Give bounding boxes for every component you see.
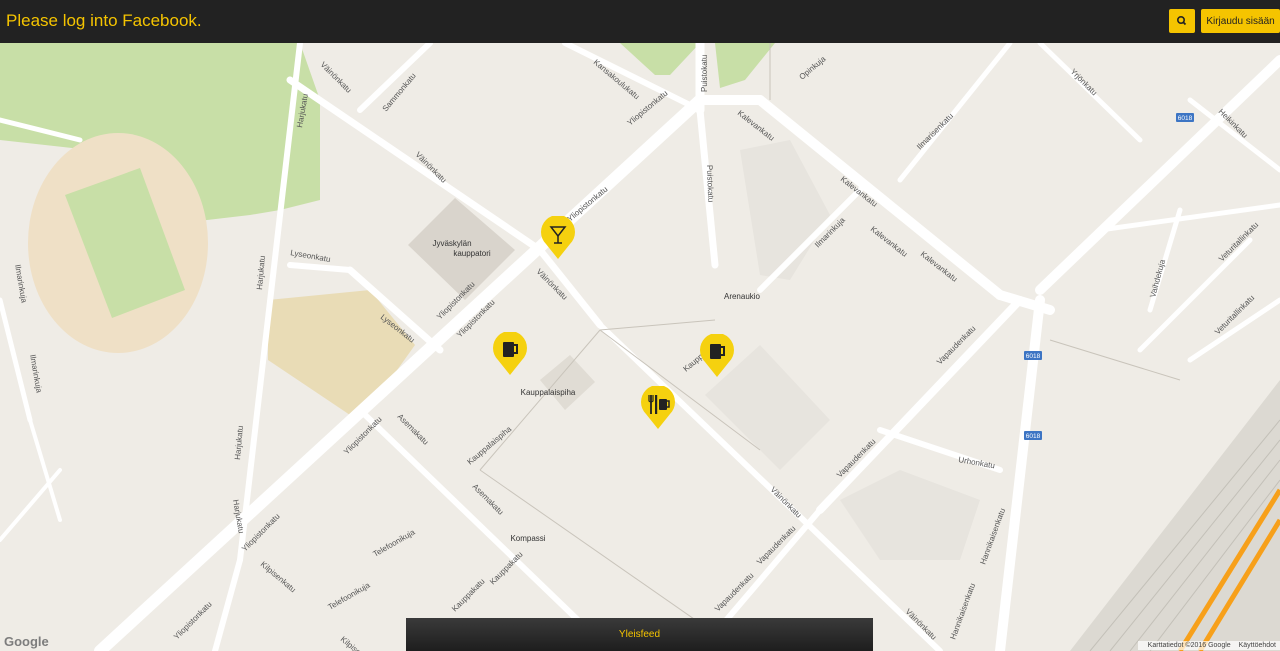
place-label: Kauppalaispiha <box>521 388 576 397</box>
login-button[interactable]: Kirjaudu sisään <box>1201 9 1280 33</box>
route-badge-label: 6018 <box>1026 433 1041 440</box>
route-badge: 6018 <box>1024 351 1042 360</box>
route-badge-label: 6018 <box>1178 115 1193 122</box>
terms-link[interactable]: Käyttöehdot <box>1239 642 1276 649</box>
beer-mug-icon <box>700 334 734 377</box>
header-bar: Please log into Facebook. Kirjaudu sisää… <box>0 0 1280 43</box>
cocktail-icon <box>541 216 575 259</box>
venue-marker-beer[interactable] <box>699 334 735 378</box>
search-icon <box>1177 16 1187 26</box>
attribution-text: Karttatiedot ©2016 Google <box>1147 642 1231 649</box>
route-badge: 6018 <box>1024 431 1042 440</box>
route-badge: 6018 <box>1176 113 1194 122</box>
venue-marker-cocktail[interactable] <box>540 216 576 260</box>
map-graphics: 6018 6018 6018 Väinönkatu Sammonkatu Kan… <box>0 43 1280 651</box>
venue-marker-beer[interactable] <box>492 332 528 376</box>
beer-mug-icon <box>493 332 527 375</box>
place-label: Arenaukio <box>724 292 761 301</box>
place-label: kauppatori <box>453 249 491 258</box>
feed-tab[interactable]: Yleisfeed <box>406 618 873 651</box>
street-label: Puistokatu <box>700 55 709 92</box>
venue-marker-restaurant[interactable] <box>640 386 676 430</box>
fork-knife-icon <box>641 386 675 429</box>
place-label: Kompassi <box>510 534 545 543</box>
map-attribution: Karttatiedot ©2016 Google Käyttöehdot <box>1137 641 1280 650</box>
google-logo: Google <box>4 634 49 649</box>
map-canvas[interactable]: 6018 6018 6018 Väinönkatu Sammonkatu Kan… <box>0 43 1280 651</box>
place-label: Jyväskylän <box>432 239 471 248</box>
route-badge-label: 6018 <box>1026 353 1041 360</box>
search-button[interactable] <box>1169 9 1195 33</box>
page-title: Please log into Facebook. <box>6 11 202 30</box>
street-label: Puistokatu <box>705 165 715 203</box>
